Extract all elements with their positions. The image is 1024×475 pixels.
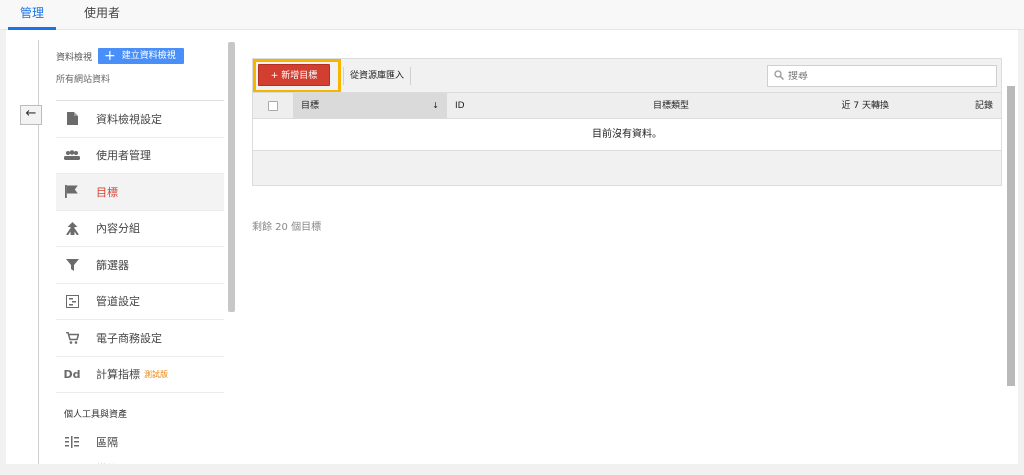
column-goal[interactable]: 目標 ↓: [293, 92, 447, 119]
empty-message: 目前沒有資料。: [253, 119, 1001, 151]
search-box: [767, 65, 997, 87]
document-icon: [64, 111, 80, 127]
view-label: 資料檢視: [56, 52, 93, 63]
column-last7-conversions[interactable]: 近 7 天轉換: [697, 93, 897, 119]
view-header: 資料檢視 + 建立資料檢視: [56, 48, 184, 64]
sidebar-item-label: 備註: [96, 461, 118, 464]
filter-icon: [64, 257, 80, 273]
sidebar-item-label: 使用者管理: [96, 149, 151, 163]
sidebar-item-filters[interactable]: 篩選器: [56, 246, 224, 283]
sidebar-item-goals[interactable]: 目標: [56, 173, 224, 210]
sidebar-item-label: 電子商務設定: [96, 331, 162, 345]
view-sidebar: 資料檢視 + 建立資料檢視 所有網站資料 資料檢視設定 使用者管理 目標 內容分…: [56, 40, 224, 464]
section-title-personal-tools: 個人工具與資產: [56, 392, 224, 428]
column-divider: [38, 40, 39, 464]
sidebar-item-calculated-metrics[interactable]: Dd 計算指標 測試版: [56, 355, 224, 393]
remaining-goals: 剩餘 20 個目標: [252, 222, 322, 233]
sidebar-item-segments[interactable]: 區隔: [56, 428, 224, 456]
top-nav: 管理 使用者: [0, 0, 1024, 30]
goals-table: 目標 ↓ ID 目標類型 近 7 天轉換 記錄 目前沒有資料。: [252, 92, 1002, 186]
admin-panel: ← 資料檢視 + 建立資料檢視 所有網站資料 資料檢視設定 使用者管理 目標 內…: [6, 30, 1018, 464]
sort-arrow-icon: ↓: [432, 100, 439, 110]
search-input[interactable]: [788, 70, 988, 82]
import-from-gallery-button[interactable]: 從資源庫匯入: [343, 67, 412, 85]
column-id[interactable]: ID: [447, 93, 527, 119]
back-arrow-icon[interactable]: ←: [20, 105, 42, 125]
sidebar-item-view-settings[interactable]: 資料檢視設定: [56, 100, 224, 137]
sidebar-item-user-management[interactable]: 使用者管理: [56, 136, 224, 174]
sidebar-item-label: 資料檢視設定: [96, 112, 162, 126]
sidebar-item-content-grouping[interactable]: 內容分組: [56, 209, 224, 247]
cart-icon: [64, 330, 80, 346]
page-scrollbar[interactable]: [1007, 86, 1015, 386]
sidebar-item-label: 目標: [96, 185, 118, 199]
sidebar-item-label: 區隔: [96, 436, 118, 449]
annotations-icon: [64, 461, 80, 464]
view-menu: 資料檢視設定 使用者管理 目標 內容分組 篩選器 管道設定 電子商務設定 Dd …: [56, 100, 224, 464]
select-all-cell: [253, 93, 293, 119]
tab-admin[interactable]: 管理: [8, 0, 56, 30]
channel-icon: [64, 293, 80, 309]
content-grouping-icon: [64, 220, 80, 236]
select-all-checkbox[interactable]: [268, 100, 278, 111]
new-goal-button[interactable]: + 新增目標: [258, 64, 330, 86]
beta-badge: 測試版: [144, 369, 168, 379]
table-header: 目標 ↓ ID 目標類型 近 7 天轉換 記錄: [253, 92, 1001, 119]
plus-icon: +: [104, 48, 116, 64]
column-goal-label: 目標: [301, 100, 320, 111]
flag-icon: [64, 184, 80, 200]
sidebar-scrollbar[interactable]: [228, 42, 235, 312]
sidebar-item-label: 內容分組: [96, 222, 140, 236]
create-view-button[interactable]: + 建立資料檢視: [98, 48, 184, 64]
sidebar-item-label: 篩選器: [96, 258, 129, 272]
sidebar-item-ecommerce-settings[interactable]: 電子商務設定: [56, 319, 224, 356]
people-icon: [64, 147, 80, 163]
view-name: 所有網站資料: [56, 75, 111, 85]
table-footer: [253, 151, 1001, 185]
sidebar-item-label: 管道設定: [96, 295, 140, 309]
sidebar-item-annotations[interactable]: 備註: [56, 456, 224, 464]
dd-icon: Dd: [63, 367, 81, 381]
sidebar-item-label: 計算指標: [96, 368, 140, 382]
sidebar-item-channel-settings[interactable]: 管道設定: [56, 282, 224, 320]
column-history[interactable]: 記錄: [897, 93, 1001, 119]
segments-icon: [64, 434, 80, 450]
tab-users[interactable]: 使用者: [80, 0, 124, 30]
search-icon: [774, 69, 785, 83]
create-view-label: 建立資料檢視: [121, 51, 176, 61]
column-goal-type[interactable]: 目標類型: [527, 93, 697, 119]
goals-toolbar: + 新增目標 從資源庫匯入: [252, 58, 1002, 93]
